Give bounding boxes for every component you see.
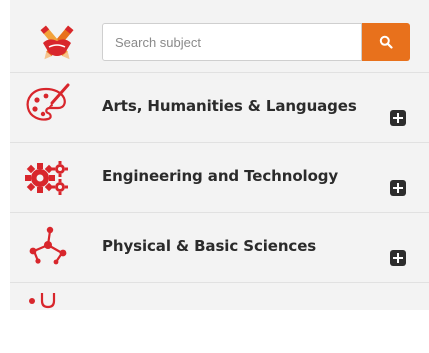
category-physical-basic-sciences[interactable]: Physical & Basic Sciences bbox=[10, 212, 429, 283]
category-engineering-technology[interactable]: Engineering and Technology bbox=[10, 142, 429, 213]
plus-icon[interactable] bbox=[390, 180, 406, 196]
category-label: Physical & Basic Sciences bbox=[102, 237, 317, 255]
search-icon bbox=[379, 35, 393, 49]
molecule-icon bbox=[29, 226, 67, 265]
search-bar bbox=[10, 0, 429, 80]
handshake-pencil-logo bbox=[40, 25, 74, 60]
stethoscope-icon bbox=[29, 293, 56, 309]
plus-icon[interactable] bbox=[390, 250, 406, 266]
category-label: Engineering and Technology bbox=[102, 167, 339, 185]
subject-menu: Arts, Humanities & Languages bbox=[10, 0, 429, 310]
palette-icon bbox=[26, 83, 70, 121]
category-health-partial[interactable] bbox=[10, 282, 429, 353]
category-arts-humanities-languages[interactable]: Arts, Humanities & Languages bbox=[10, 72, 429, 143]
plus-icon[interactable] bbox=[390, 110, 406, 126]
category-label: Arts, Humanities & Languages bbox=[102, 97, 357, 115]
gears-icon bbox=[25, 161, 68, 195]
search-input[interactable] bbox=[102, 23, 362, 61]
search-button[interactable] bbox=[362, 23, 410, 61]
